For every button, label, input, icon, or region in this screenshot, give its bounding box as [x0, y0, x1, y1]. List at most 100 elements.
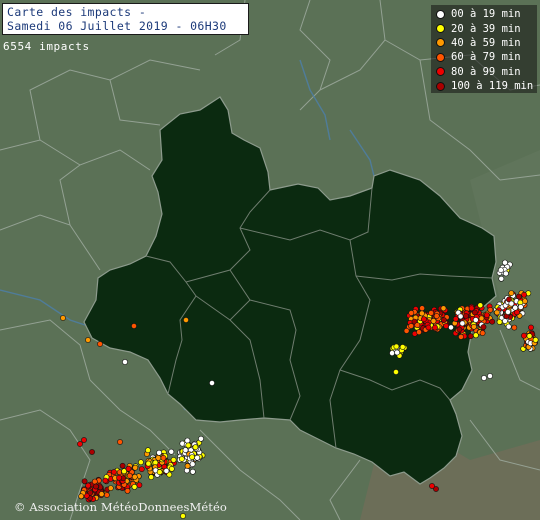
strike-dot [440, 305, 447, 312]
strike-dot [136, 482, 143, 488]
strike-dot [97, 341, 103, 347]
strike-dot [85, 482, 91, 489]
strike-dot [89, 449, 95, 455]
legend-dot-icon [436, 81, 445, 91]
strike-dot [432, 324, 438, 331]
strike-dot [498, 275, 505, 282]
strike-dot [393, 343, 400, 350]
strike-dot [480, 324, 487, 330]
legend-dot-icon [436, 67, 445, 77]
legend-item: 20 à 39 min [436, 21, 532, 35]
strike-dot [526, 333, 533, 339]
impact-count: 6554 impacts [3, 40, 90, 53]
strike-dot [184, 463, 191, 469]
legend-dot-icon [436, 9, 445, 19]
title-line-1: Carte des impacts - [7, 5, 147, 19]
strike-dot [78, 493, 85, 500]
strike-dot [122, 359, 128, 365]
strike-dot [189, 461, 196, 467]
strike-dot [487, 373, 493, 379]
strike-dot [189, 454, 195, 460]
strike-dot [408, 310, 415, 316]
strike-dot [414, 322, 421, 328]
strike-dot [93, 483, 99, 490]
legend-dot-icon [436, 24, 445, 34]
strike-dot [155, 454, 162, 461]
strike-dot [416, 329, 422, 335]
strike-dot [456, 326, 463, 333]
legend-label: 00 à 19 min [451, 8, 521, 21]
legend-item: 40 à 59 min [436, 36, 532, 50]
strike-dot [494, 309, 500, 316]
strike-dot [178, 456, 185, 462]
strike-dot [168, 448, 175, 455]
strike-dot [182, 447, 189, 453]
strike-dot [458, 333, 464, 340]
strike-dot [481, 375, 487, 381]
strike-dot [163, 467, 170, 474]
strike-dot [85, 337, 91, 343]
strike-dot [145, 460, 152, 467]
strike-dot [419, 305, 425, 312]
legend-item: 100 à 119 min [436, 79, 534, 93]
strike-dot [185, 442, 192, 449]
legend: 00 à 19 min 20 à 39 min 40 à 59 min 60 à… [431, 5, 537, 93]
strike-dot [124, 487, 131, 494]
legend-item: 80 à 99 min [436, 65, 532, 79]
strike-dot [125, 465, 132, 472]
strike-dot [408, 323, 414, 329]
strike-dot [393, 369, 399, 375]
strike-dot [429, 483, 435, 489]
strike-dot [502, 318, 508, 324]
map-title-box: Carte des impacts - Samedi 06 Juillet 20… [2, 3, 249, 35]
strike-dot [102, 477, 109, 484]
strike-dot [107, 485, 114, 491]
strike-dot [433, 313, 440, 319]
strike-dot [183, 317, 189, 323]
strike-dot [148, 474, 155, 480]
strike-dot [156, 449, 162, 456]
strike-dot [497, 267, 504, 273]
title-line-2: Samedi 06 Juillet 2019 - 06H30 [7, 19, 227, 33]
legend-label: 80 à 99 min [451, 65, 521, 78]
strike-dot [478, 315, 485, 322]
strike-dot [420, 316, 427, 323]
strike-dot [452, 316, 459, 322]
strike-dot [472, 317, 479, 323]
strike-dot [117, 439, 123, 445]
strike-dot [399, 344, 406, 350]
strike-dot [505, 323, 512, 330]
strike-dot [443, 323, 449, 329]
strike-dot [180, 513, 186, 519]
strike-dot [468, 305, 475, 312]
strike-dot [77, 441, 83, 447]
strike-dot [508, 300, 515, 307]
strike-dot [470, 323, 477, 330]
strike-dot [489, 318, 496, 325]
strike-dot [521, 332, 527, 339]
strike-dot [457, 313, 464, 320]
strike-dot [104, 492, 110, 498]
strike-dot [512, 304, 519, 311]
strike-dot [505, 309, 511, 315]
strike-dot [517, 304, 524, 310]
strike-dot [472, 332, 479, 339]
strike-dot [111, 469, 117, 475]
strike-dot [403, 327, 410, 334]
strike-dot [425, 324, 432, 331]
lightning-map: Carte des impacts - Samedi 06 Juillet 20… [0, 0, 540, 520]
legend-label: 100 à 119 min [451, 80, 534, 93]
strike-dot [209, 380, 215, 386]
strike-dot [189, 468, 196, 475]
legend-label: 40 à 59 min [451, 36, 521, 49]
strike-dot [126, 472, 133, 479]
strike-dot [428, 310, 434, 316]
strike-dot [138, 466, 145, 472]
strike-dot [483, 312, 490, 318]
strike-dot [131, 483, 138, 490]
strike-dot [98, 491, 105, 497]
legend-label: 20 à 39 min [451, 22, 521, 35]
strike-dot [156, 469, 163, 475]
strike-dot [137, 459, 144, 466]
strike-dot [487, 306, 494, 313]
